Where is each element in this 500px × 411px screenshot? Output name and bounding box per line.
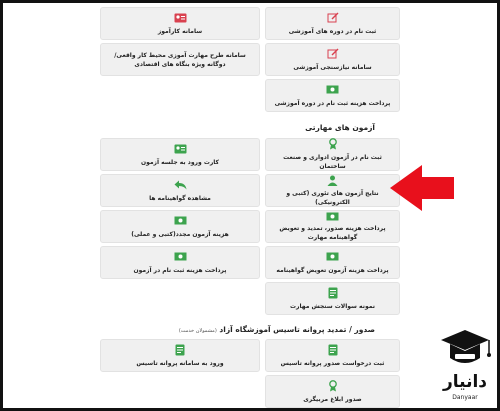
card-trainee-system[interactable]: سامانه کارآموز bbox=[100, 7, 260, 40]
money-icon bbox=[326, 211, 340, 221]
reply-arrow-icon bbox=[173, 179, 187, 191]
card-view-certificates[interactable]: مشاهده گواهینامه ها bbox=[100, 174, 260, 207]
edit-icon bbox=[326, 48, 340, 60]
card-label: پرداخت هزینه صدور، تمدید و تعویض گواهینا… bbox=[279, 225, 386, 241]
card-course-registration[interactable]: ثبت نام در دوره های آموزشی bbox=[265, 7, 400, 40]
id-card-icon bbox=[173, 12, 187, 24]
card-theory-exam-results[interactable]: نتایج آزمون های تئوری (کتبی و الکترونیکی… bbox=[265, 174, 400, 207]
card-certificate-exchange-fee[interactable]: پرداخت هزینه آزمون تعویض گواهینامه bbox=[265, 246, 400, 279]
edit-icon bbox=[326, 12, 340, 24]
section-title-skills: آزمون های مهارتی bbox=[305, 123, 375, 132]
logo-subtitle: Danyaar bbox=[452, 394, 478, 401]
card-establishment-license-request[interactable]: ثبت درخواست صدور پروانه تاسیس bbox=[265, 339, 400, 372]
card-label: صدور ابلاغ مربیگری bbox=[303, 395, 362, 403]
card-license-system-login[interactable]: ورود به سامانه پروانه تاسیس bbox=[100, 339, 260, 372]
money-icon bbox=[326, 84, 340, 96]
graduation-cap-icon bbox=[441, 330, 491, 363]
card-label: نتایج آزمون های تئوری (کتبی و الکترونیکی… bbox=[286, 189, 379, 206]
card-sample-questions[interactable]: نمونه سوالات سنجش مهارت bbox=[265, 282, 400, 315]
page-frame: ثبت نام در دوره های آموزشی سامانه کارآمو… bbox=[0, 0, 500, 411]
card-label: مشاهده گواهینامه ها bbox=[149, 194, 211, 202]
card-label: سامانه نیازسنجی آموزشی bbox=[293, 63, 372, 71]
document-icon bbox=[326, 344, 340, 356]
danyaar-logo: دانیار Danyaar bbox=[433, 328, 497, 408]
section-title-license: صدور / تمدید پروانه تاسیس آموزشگاه آزاد … bbox=[179, 325, 375, 334]
card-label: هزینه آزمون مجدد(کتبی و عملی) bbox=[131, 230, 229, 238]
card-label: ثبت نام در آزمون ادواری و صنعت ساختمان bbox=[283, 154, 382, 170]
card-course-fee-payment[interactable]: پرداخت هزینه ثبت نام در دوره آموزشی bbox=[265, 79, 400, 112]
card-label: ثبت نام در دوره های آموزشی bbox=[288, 27, 377, 35]
award-icon bbox=[326, 379, 340, 392]
money-icon bbox=[173, 251, 187, 263]
card-label: پرداخت هزینه آزمون تعویض گواهینامه bbox=[276, 266, 389, 274]
card-exam-registration[interactable]: ثبت نام در آزمون ادواری و صنعت ساختمان bbox=[265, 138, 400, 171]
section-title-license-text: صدور / تمدید پروانه تاسیس آموزشگاه آزاد bbox=[219, 325, 375, 334]
id-card-icon bbox=[173, 143, 187, 155]
document-icon bbox=[326, 287, 340, 299]
card-label: سامانه طرح مهارت آموزی محیط کار واقعی/دو… bbox=[114, 51, 246, 68]
card-label: سامانه کارآموز bbox=[157, 27, 203, 35]
card-label: پرداخت هزینه ثبت نام در آزمون bbox=[133, 266, 227, 274]
card-label: ثبت درخواست صدور پروانه تاسیس bbox=[280, 359, 385, 367]
card-instructor-notice[interactable]: صدور ابلاغ مربیگری bbox=[265, 375, 400, 408]
card-label: پرداخت هزینه ثبت نام در دوره آموزشی bbox=[274, 99, 391, 107]
card-exam-registration-fee[interactable]: پرداخت هزینه ثبت نام در آزمون bbox=[100, 246, 260, 279]
user-icon bbox=[326, 175, 340, 186]
card-certificate-fee-payment[interactable]: پرداخت هزینه صدور، تمدید و تعویض گواهینا… bbox=[265, 210, 400, 243]
section-title-license-note: (مشمولان خدمت) bbox=[178, 328, 217, 334]
card-retake-exam-fee[interactable]: هزینه آزمون مجدد(کتبی و عملی) bbox=[100, 210, 260, 243]
card-label: ورود به سامانه پروانه تاسیس bbox=[136, 359, 224, 367]
card-exam-entry-card[interactable]: کارت ورود به جلسه آزمون bbox=[100, 138, 260, 171]
award-icon bbox=[326, 138, 340, 150]
card-label: نمونه سوالات سنجش مهارت bbox=[290, 302, 375, 310]
document-icon bbox=[173, 344, 187, 356]
card-training-needs-system[interactable]: سامانه نیازسنجی آموزشی bbox=[265, 43, 400, 76]
logo-name: دانیار bbox=[442, 372, 488, 392]
money-icon bbox=[326, 251, 340, 263]
annotation-arrow bbox=[390, 165, 454, 211]
card-dual-training-system[interactable]: سامانه طرح مهارت آموزی محیط کار واقعی/دو… bbox=[100, 43, 260, 76]
money-icon bbox=[173, 215, 187, 227]
card-label: کارت ورود به جلسه آزمون bbox=[140, 158, 220, 166]
